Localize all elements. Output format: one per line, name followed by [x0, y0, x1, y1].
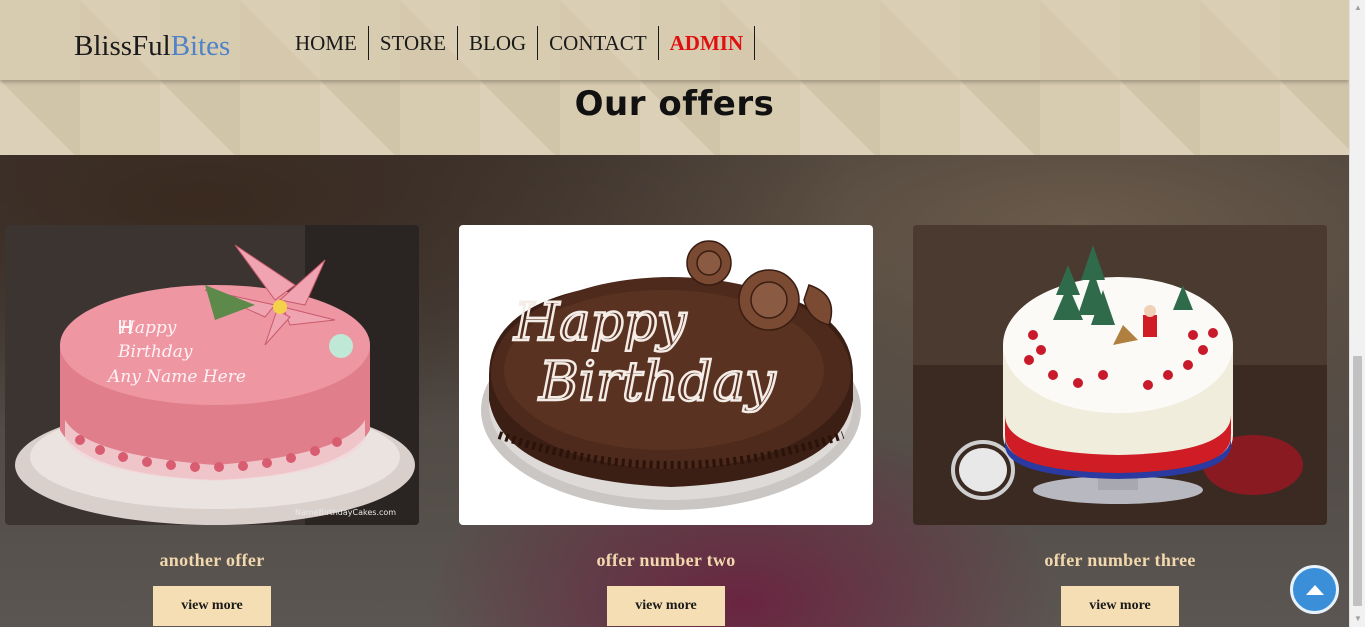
arrow-up-icon — [1305, 584, 1324, 595]
svg-text:Happy: Happy — [119, 318, 177, 338]
offer-card: Happy Birthday offer number two view mor… — [459, 225, 873, 626]
main-nav: HOME STORE BLOG CONTACT ADMIN — [284, 26, 756, 60]
page-scrollbar[interactable]: ▲ ▼ — [1349, 0, 1365, 627]
chocolate-cake-illustration: Happy Birthday — [459, 225, 873, 525]
back-to-top-button[interactable] — [1290, 565, 1339, 614]
svg-text:Birthday: Birthday — [117, 342, 193, 362]
svg-text:Birthday: Birthday — [538, 350, 777, 413]
offer-title: another offer — [159, 550, 265, 570]
svg-text:NameBirthdayCakes.com: NameBirthdayCakes.com — [295, 508, 396, 517]
brand-name-part1: BlissFul — [74, 30, 171, 62]
view-more-button[interactable]: view more — [153, 586, 271, 626]
pink-cake-illustration: Happy Birthday Any Name Here NameBirthda… — [5, 225, 419, 525]
brand-logo[interactable]: BlissFulBites — [74, 30, 230, 63]
scroll-thumb[interactable] — [1353, 356, 1362, 606]
svg-text:Any Name Here: Any Name Here — [106, 367, 246, 387]
view-more-button[interactable]: view more — [1061, 586, 1179, 626]
nav-admin[interactable]: ADMIN — [659, 26, 756, 60]
offer-image-chocolate-cake[interactable]: Happy Birthday — [459, 225, 873, 525]
nav-blog[interactable]: BLOG — [458, 26, 539, 60]
nav-contact[interactable]: CONTACT — [538, 26, 659, 60]
svg-text:Happy: Happy — [513, 293, 687, 353]
scroll-up-arrow-icon[interactable]: ▲ — [1350, 0, 1365, 16]
scroll-down-arrow-icon[interactable]: ▼ — [1350, 611, 1365, 627]
offer-card: Happy Birthday Any Name Here NameBirthda… — [5, 225, 419, 626]
nav-store[interactable]: STORE — [369, 26, 458, 60]
brand-name-part2: Bites — [170, 30, 231, 62]
navbar: BlissFulBites HOME STORE BLOG CONTACT AD… — [0, 0, 1349, 80]
offer-title: offer number three — [1044, 550, 1196, 570]
offer-card: offer number three view more — [913, 225, 1327, 626]
offer-title: offer number two — [596, 550, 736, 570]
offers-section: Happy Birthday Any Name Here NameBirthda… — [0, 155, 1349, 627]
christmas-cake-illustration — [913, 225, 1327, 525]
nav-home[interactable]: HOME — [284, 26, 369, 60]
offer-image-christmas-cake[interactable] — [913, 225, 1327, 525]
section-title: Our offers — [574, 84, 775, 124]
view-more-button[interactable]: view more — [607, 586, 725, 626]
offer-image-pink-cake[interactable]: Happy Birthday Any Name Here NameBirthda… — [5, 225, 419, 525]
